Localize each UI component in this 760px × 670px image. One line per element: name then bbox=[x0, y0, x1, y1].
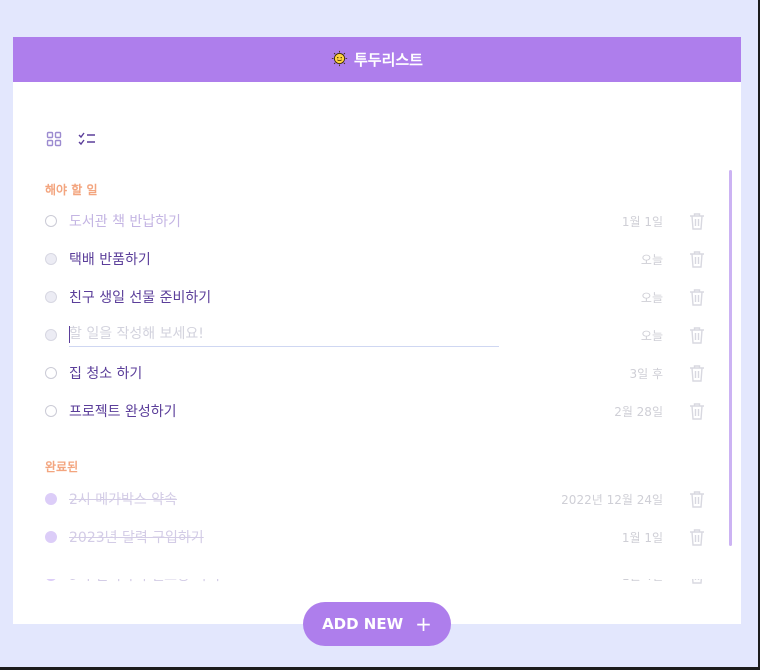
new-task-input[interactable] bbox=[69, 322, 499, 347]
add-new-label: ADD NEW bbox=[322, 615, 404, 633]
task-text[interactable]: 2시 메가박스 약속 bbox=[69, 489, 561, 509]
task-due-date: 1월 1일 bbox=[621, 214, 663, 229]
done-item: 2023년 달력 구입하기 1월 1일 bbox=[45, 518, 705, 556]
trash-icon[interactable] bbox=[689, 528, 705, 546]
view-toggle bbox=[46, 131, 96, 147]
task-checkbox-checked[interactable] bbox=[45, 493, 57, 505]
task-due-date: 오늘 bbox=[640, 252, 663, 267]
grid-view-icon[interactable] bbox=[46, 131, 62, 147]
new-task-editor bbox=[69, 316, 641, 354]
task-checkbox[interactable] bbox=[45, 215, 57, 227]
task-text[interactable]: 2023년 달력 구입하기 bbox=[69, 527, 622, 547]
app-title: 투두리스트 bbox=[353, 51, 423, 69]
todo-section-label: 해야 할 일 bbox=[45, 183, 98, 197]
todo-item-editing: 오늘 bbox=[45, 316, 705, 354]
task-checkbox[interactable] bbox=[45, 367, 57, 379]
checklist-view-icon[interactable] bbox=[78, 131, 96, 147]
task-checkbox[interactable] bbox=[45, 329, 57, 341]
task-checkbox-checked[interactable] bbox=[45, 531, 57, 543]
todo-item: 프로젝트 완성하기 2월 28일 bbox=[45, 392, 705, 430]
trash-icon[interactable] bbox=[689, 402, 705, 420]
plus-icon: + bbox=[415, 612, 432, 636]
task-text[interactable]: 친구 생일 선물 준비하기 bbox=[69, 287, 641, 307]
text-caret bbox=[69, 326, 70, 343]
done-section-label: 완료된 bbox=[45, 460, 79, 474]
task-text[interactable]: 택배 반품하기 bbox=[69, 249, 641, 269]
todo-item: 친구 생일 선물 준비하기 오늘 bbox=[45, 278, 705, 316]
task-due-date: 2022년 12월 24일 bbox=[561, 492, 663, 507]
task-checkbox[interactable] bbox=[45, 405, 57, 417]
task-due-date: 3일 후 bbox=[629, 366, 663, 381]
todo-item: 집 청소 하기 3일 후 bbox=[45, 354, 705, 392]
task-due-date: 오늘 bbox=[640, 290, 663, 305]
scrollbar[interactable] bbox=[729, 170, 732, 546]
todo-item: 택배 반품하기 오늘 bbox=[45, 240, 705, 278]
task-text[interactable]: 집 청소 하기 bbox=[69, 363, 629, 383]
add-new-button[interactable]: ADD NEW + bbox=[303, 602, 451, 646]
sun-face-icon bbox=[331, 50, 348, 70]
trash-icon[interactable] bbox=[689, 326, 705, 344]
task-due-date: 1월 1일 bbox=[621, 530, 663, 545]
task-text[interactable]: 프로젝트 완성하기 bbox=[69, 401, 614, 421]
task-text[interactable]: 도서관 책 반납하기 bbox=[69, 211, 622, 231]
done-item: 2시 메가박스 약속 2022년 12월 24일 bbox=[45, 480, 705, 518]
app-header: 투두리스트 bbox=[13, 37, 741, 82]
task-checkbox[interactable] bbox=[45, 291, 57, 303]
task-checkbox[interactable] bbox=[45, 253, 57, 265]
trash-icon[interactable] bbox=[689, 490, 705, 508]
todo-item: 도서관 책 반납하기 1월 1일 bbox=[45, 202, 705, 240]
trash-icon[interactable] bbox=[689, 250, 705, 268]
todo-card: 투두리스트 해야 할 일 도서관 책 반납하기 1월 1일 택배 반품하기 오늘… bbox=[13, 37, 741, 624]
trash-icon[interactable] bbox=[689, 364, 705, 382]
list-clip bbox=[13, 559, 741, 579]
task-due-date: 오늘 bbox=[640, 328, 663, 343]
trash-icon[interactable] bbox=[689, 212, 705, 230]
trash-icon[interactable] bbox=[689, 288, 705, 306]
task-due-date: 2월 28일 bbox=[614, 404, 663, 419]
